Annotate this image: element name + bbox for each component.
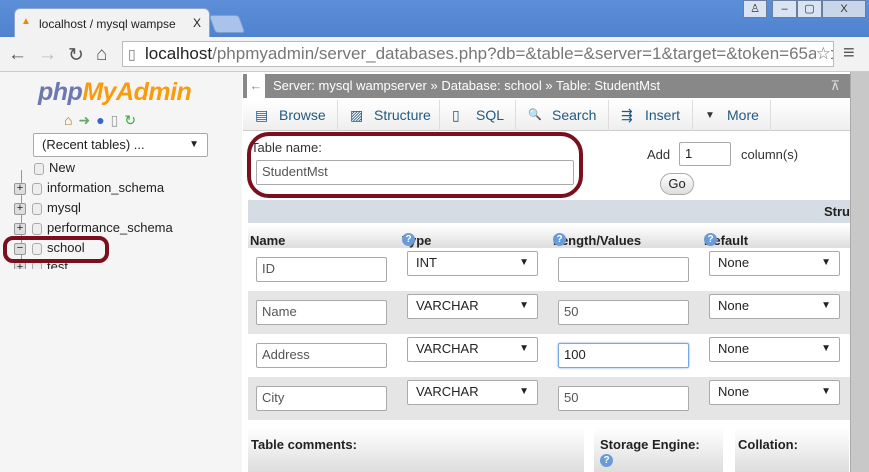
- highlight-ring-table-name: [247, 132, 583, 198]
- back-icon[interactable]: ←: [8, 44, 27, 66]
- menu-icon[interactable]: ≡: [843, 42, 855, 65]
- column-type-select[interactable]: VARCHAR ▼: [407, 294, 538, 319]
- table-comments-section: Table comments:: [248, 428, 584, 472]
- tree-item-information-schema[interactable]: + information_schema: [14, 180, 164, 195]
- phpmyadmin-logo[interactable]: phpMyAdmin: [38, 78, 192, 107]
- scrollbar[interactable]: [850, 72, 869, 472]
- column-default-select[interactable]: None ▼: [709, 337, 840, 362]
- breadcrumb: ← Server: mysql wampserver » Database: s…: [243, 74, 850, 98]
- browse-icon: ▤: [255, 107, 269, 123]
- column-name-input[interactable]: Address: [256, 343, 387, 368]
- user-icon[interactable]: ♙: [743, 0, 767, 18]
- database-icon: [32, 202, 42, 215]
- tab-more[interactable]: ▼ More: [693, 100, 771, 131]
- recent-tables-select[interactable]: (Recent tables) ... ▼: [33, 133, 208, 157]
- structure-icon: ▨: [350, 107, 364, 123]
- column-type-select[interactable]: VARCHAR ▼: [407, 380, 538, 405]
- reload-icon[interactable]: ↻: [68, 44, 84, 67]
- docs-icon[interactable]: ▯: [111, 112, 125, 128]
- maximize-button[interactable]: ▢: [797, 0, 822, 18]
- chevron-down-icon: ▼: [519, 300, 529, 311]
- tree-item-performance-schema[interactable]: + performance_schema: [14, 220, 173, 235]
- column-row: Name VARCHAR ▼ 50 None ▼: [248, 291, 850, 334]
- chevron-down-icon: ▼: [821, 257, 831, 268]
- insert-icon: ⇶: [621, 107, 633, 123]
- column-type-select[interactable]: VARCHAR ▼: [407, 337, 538, 362]
- column-length-input[interactable]: 50: [558, 300, 689, 325]
- column-name-input[interactable]: Name: [256, 300, 387, 325]
- tree-item-new[interactable]: New: [34, 160, 75, 175]
- column-length-input[interactable]: [558, 257, 689, 282]
- column-row: Address VARCHAR ▼ 100 None ▼: [248, 334, 850, 377]
- chevron-down-icon: ▼: [519, 386, 529, 397]
- column-default-select[interactable]: None ▼: [709, 251, 840, 276]
- logout-icon[interactable]: ➜: [78, 112, 96, 128]
- column-default-select[interactable]: None ▼: [709, 294, 840, 319]
- breadcrumb-database[interactable]: Database: school »: [441, 78, 552, 93]
- highlight-ring-school: [3, 236, 109, 263]
- chevron-down-icon: ▼: [821, 343, 831, 354]
- structure-section-header: Stru: [248, 200, 850, 223]
- database-new-icon: [34, 162, 44, 175]
- column-default-select[interactable]: None ▼: [709, 380, 840, 405]
- bookmark-star-icon[interactable]: ☆: [815, 42, 831, 66]
- navigation-sidebar: [0, 72, 242, 472]
- column-row: City VARCHAR ▼ 50 None ▼: [248, 377, 850, 420]
- tab-search[interactable]: 🔍 Search: [516, 100, 609, 131]
- home-icon[interactable]: ⌂: [64, 112, 78, 128]
- column-length-input[interactable]: 50: [558, 386, 689, 411]
- add-columns-input[interactable]: 1: [679, 142, 731, 166]
- browser-tab[interactable]: ▲ localhost / mysql wampse X: [14, 8, 210, 38]
- collapse-icon[interactable]: ⊼: [830, 74, 840, 98]
- tab-structure[interactable]: ▨ Structure: [338, 100, 440, 131]
- address-bar[interactable]: ▯ localhost/phpmyadmin/server_databases.…: [122, 41, 834, 67]
- tab-browse[interactable]: ▤ Browse: [243, 100, 338, 131]
- collation-section: Collation:: [735, 428, 849, 472]
- new-tab-button[interactable]: [208, 15, 246, 33]
- columns-label: column(s): [741, 147, 799, 162]
- chevron-down-icon: ▼: [519, 257, 529, 268]
- columns-header: Name Type ? Length/Values ? Default ?: [248, 225, 850, 248]
- help-icon[interactable]: ●: [96, 112, 110, 128]
- column-row: ID INT ▼ None ▼: [248, 248, 850, 291]
- column-length-input[interactable]: 100: [558, 343, 689, 368]
- breadcrumb-server[interactable]: Server: mysql wampserver »: [273, 78, 438, 93]
- go-button[interactable]: Go: [660, 173, 694, 195]
- expand-icon[interactable]: +: [14, 222, 26, 235]
- breadcrumb-table[interactable]: Table: StudentMst: [556, 78, 660, 93]
- expand-icon[interactable]: +: [14, 202, 26, 215]
- home-icon[interactable]: ⌂: [96, 44, 107, 66]
- tab-insert[interactable]: ⇶ Insert: [609, 100, 693, 131]
- close-window-button[interactable]: X: [822, 0, 866, 18]
- pma-favicon-icon: ▲: [21, 16, 31, 27]
- help-icon[interactable]: ?: [704, 233, 717, 246]
- back-arrow-icon[interactable]: ←: [247, 74, 265, 98]
- forward-icon[interactable]: →: [38, 44, 57, 66]
- column-type-select[interactable]: INT ▼: [407, 251, 538, 276]
- chevron-down-icon: ▼: [821, 386, 831, 397]
- tab-sql[interactable]: ▯ SQL: [440, 100, 516, 131]
- sql-icon: ▯: [452, 107, 460, 123]
- chevron-down-icon: ▼: [821, 300, 831, 311]
- storage-engine-section: Storage Engine:?: [594, 428, 723, 472]
- add-label: Add: [647, 147, 671, 162]
- dropdown-triangle-icon: ▼: [705, 110, 715, 121]
- column-name-input[interactable]: City: [256, 386, 387, 411]
- chevron-down-icon: ▼: [519, 343, 529, 354]
- tree-item-mysql[interactable]: + mysql: [14, 200, 81, 215]
- sidebar-icons: ⌂➜●▯↻: [64, 112, 142, 129]
- tab-close-icon[interactable]: X: [193, 16, 201, 30]
- help-icon[interactable]: ?: [600, 454, 613, 468]
- column-name-input[interactable]: ID: [256, 257, 387, 282]
- database-icon: [32, 182, 42, 195]
- page-icon: ▯: [128, 46, 136, 62]
- help-icon[interactable]: ?: [553, 233, 566, 246]
- search-icon: 🔍: [528, 109, 542, 121]
- minimize-button[interactable]: –: [772, 0, 797, 18]
- refresh-icon[interactable]: ↻: [124, 112, 142, 128]
- table-tabs: ▤ Browse ▨ Structure ▯ SQL 🔍 Search ⇶ Insert …: [243, 100, 850, 131]
- database-icon: [32, 222, 42, 235]
- expand-icon[interactable]: +: [14, 182, 26, 195]
- help-icon[interactable]: ?: [402, 233, 415, 246]
